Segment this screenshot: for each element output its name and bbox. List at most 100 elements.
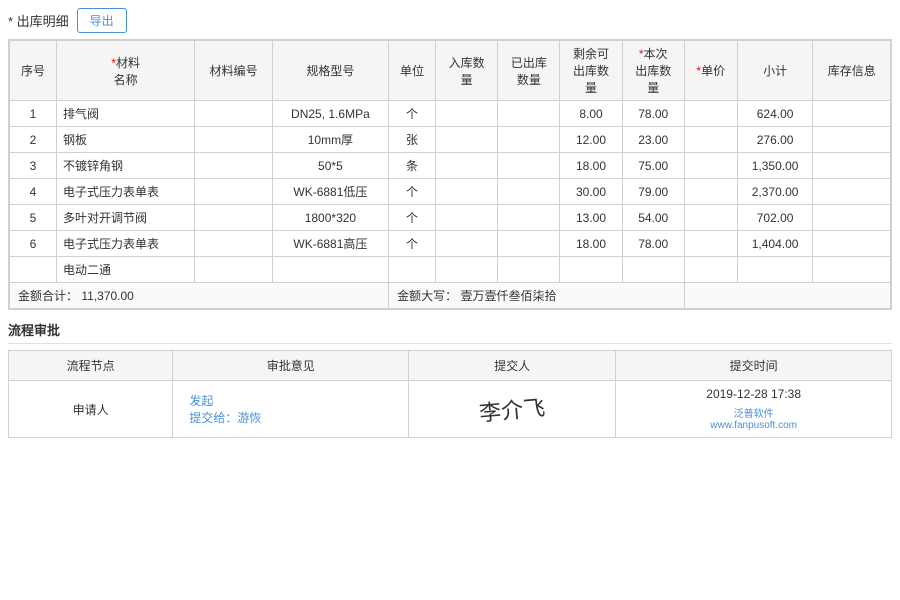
table-row: 1 排气阀 DN25, 1.6MPa 个 8.00 78.00 624.00 xyxy=(10,101,891,127)
total-label: 金额合计： xyxy=(18,289,78,303)
cell-unit-price xyxy=(684,127,737,153)
cell-unit-price xyxy=(684,205,737,231)
cell-material-name: 电动二通 xyxy=(56,257,194,283)
cell-remain-qty: 18.00 xyxy=(560,231,622,257)
cell-material-no xyxy=(195,257,272,283)
cell-material-name: 电子式压力表单表 xyxy=(56,179,194,205)
cell-seq: 2 xyxy=(10,127,57,153)
col-material-name: *材料名称 xyxy=(56,41,194,101)
cell-material-no xyxy=(195,231,272,257)
cell-out-qty xyxy=(498,153,560,179)
cell-this-qty xyxy=(622,257,684,283)
cell-unit-price xyxy=(684,101,737,127)
submit-time: 2019-12-28 17:38 xyxy=(626,387,881,401)
approval-col-opinion: 审批意见 xyxy=(173,351,409,381)
cell-remain-qty xyxy=(560,257,622,283)
big-amount-value: 壹万壹仟叁佰柒拾 xyxy=(460,289,556,303)
cell-in-qty xyxy=(436,179,498,205)
table-row: 4 电子式压力表单表 WK-6881低压 个 30.00 79.00 2,370… xyxy=(10,179,891,205)
table-row: 5 多叶对开调节阀 1800*320 个 13.00 54.00 702.00 xyxy=(10,205,891,231)
approval-header-row: 流程节点 审批意见 提交人 提交时间 xyxy=(9,351,892,381)
cell-out-qty xyxy=(498,127,560,153)
cell-stock-info xyxy=(813,231,891,257)
approval-col-time: 提交时间 xyxy=(616,351,892,381)
cell-stock-info xyxy=(813,257,891,283)
cell-subtotal: 1,350.00 xyxy=(737,153,813,179)
cell-subtotal: 276.00 xyxy=(737,127,813,153)
cell-unit-price xyxy=(684,153,737,179)
cell-remain-qty: 30.00 xyxy=(560,179,622,205)
cell-in-qty xyxy=(436,101,498,127)
big-amount-label: 金额大写： xyxy=(397,289,457,303)
cell-stock-info xyxy=(813,179,891,205)
cell-remain-qty: 13.00 xyxy=(560,205,622,231)
col-spec: 规格型号 xyxy=(272,41,388,101)
cell-seq: 6 xyxy=(10,231,57,257)
cell-unit: 张 xyxy=(389,127,436,153)
cell-in-qty xyxy=(436,257,498,283)
watermark: 泛普软件www.fanpusoft.com xyxy=(626,405,881,431)
cell-out-qty xyxy=(498,179,560,205)
cell-material-name: 电子式压力表单表 xyxy=(56,231,194,257)
cell-this-qty: 23.00 xyxy=(622,127,684,153)
approval-col-submitter: 提交人 xyxy=(409,351,616,381)
table-row: 2 钢板 10mm厚 张 12.00 23.00 276.00 xyxy=(10,127,891,153)
cell-spec: WK-6881高压 xyxy=(272,231,388,257)
items-table: 序号 *材料名称 材料编号 规格型号 单位 入库数量 已出库数量 剩余可出库数量… xyxy=(9,40,891,309)
cell-spec xyxy=(272,257,388,283)
approval-cell-time: 2019-12-28 17:38 泛普软件www.fanpusoft.com xyxy=(616,381,892,438)
cell-spec: 1800*320 xyxy=(272,205,388,231)
cell-remain-qty: 8.00 xyxy=(560,101,622,127)
cell-material-name: 多叶对开调节阀 xyxy=(56,205,194,231)
cell-out-qty xyxy=(498,205,560,231)
cell-out-qty xyxy=(498,257,560,283)
approval-col-node: 流程节点 xyxy=(9,351,173,381)
col-stock-info: 库存信息 xyxy=(813,41,891,101)
cell-unit-price xyxy=(684,179,737,205)
col-remain-qty: 剩余可出库数量 xyxy=(560,41,622,101)
cell-subtotal: 624.00 xyxy=(737,101,813,127)
cell-material-name: 钢板 xyxy=(56,127,194,153)
col-out-qty: 已出库数量 xyxy=(498,41,560,101)
cell-unit: 个 xyxy=(389,205,436,231)
table-row: 6 电子式压力表单表 WK-6881高压 个 18.00 78.00 1,404… xyxy=(10,231,891,257)
total-row: 金额合计： 11,370.00 金额大写： 壹万壹仟叁佰柒拾 xyxy=(10,283,891,309)
cell-material-name: 排气阀 xyxy=(56,101,194,127)
toolbar: * 出库明细 导出 xyxy=(8,8,892,33)
cell-in-qty xyxy=(436,127,498,153)
cell-this-qty: 78.00 xyxy=(622,101,684,127)
cell-subtotal: 702.00 xyxy=(737,205,813,231)
cell-in-qty xyxy=(436,205,498,231)
opinion-sub[interactable]: 提交给：游恢 xyxy=(189,411,261,425)
cell-unit-price xyxy=(684,231,737,257)
main-table-wrapper: 序号 *材料名称 材料编号 规格型号 单位 入库数量 已出库数量 剩余可出库数量… xyxy=(8,39,892,310)
col-seq: 序号 xyxy=(10,41,57,101)
cell-stock-info xyxy=(813,101,891,127)
export-button[interactable]: 导出 xyxy=(77,8,127,33)
cell-unit: 个 xyxy=(389,101,436,127)
col-this-qty: *本次出库数量 xyxy=(622,41,684,101)
opinion-main[interactable]: 发起 xyxy=(189,394,213,408)
signature: 李介飞 xyxy=(478,390,547,428)
cell-stock-info xyxy=(813,127,891,153)
total-value: 11,370.00 xyxy=(81,289,134,303)
cell-unit xyxy=(389,257,436,283)
cell-this-qty: 54.00 xyxy=(622,205,684,231)
approval-table: 流程节点 审批意见 提交人 提交时间 申请人 发起 提交给：游恢 李介飞 201… xyxy=(8,350,892,438)
col-subtotal: 小计 xyxy=(737,41,813,101)
cell-remain-qty: 18.00 xyxy=(560,153,622,179)
cell-stock-info xyxy=(813,205,891,231)
table-header-row: 序号 *材料名称 材料编号 规格型号 单位 入库数量 已出库数量 剩余可出库数量… xyxy=(10,41,891,101)
col-in-qty: 入库数量 xyxy=(436,41,498,101)
col-unit-price: *单价 xyxy=(684,41,737,101)
cell-this-qty: 75.00 xyxy=(622,153,684,179)
approval-title: 流程审批 xyxy=(8,320,892,344)
cell-unit: 条 xyxy=(389,153,436,179)
cell-spec: WK-6881低压 xyxy=(272,179,388,205)
approval-cell-node: 申请人 xyxy=(9,381,173,438)
cell-subtotal xyxy=(737,257,813,283)
cell-material-no xyxy=(195,127,272,153)
cell-remain-qty: 12.00 xyxy=(560,127,622,153)
main-container: * 出库明细 导出 序号 *材料名称 材料编号 规格型号 单位 入库数量 已出库… xyxy=(0,0,900,600)
cell-seq: 4 xyxy=(10,179,57,205)
